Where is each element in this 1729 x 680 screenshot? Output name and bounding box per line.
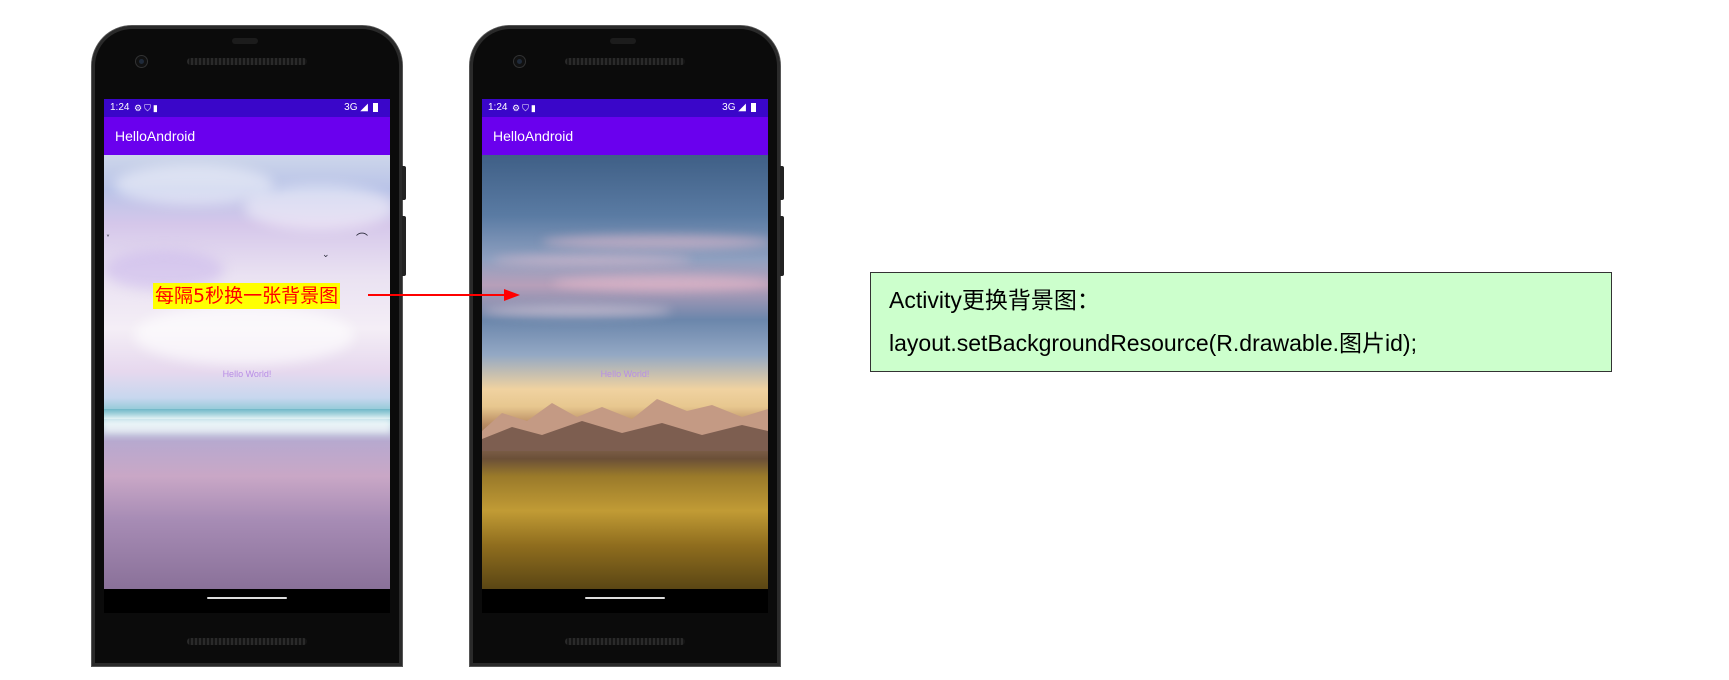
hello-world-text: Hello World! (222, 369, 272, 379)
status-icons: ⚙⛉▮ (512, 99, 538, 117)
navigation-bar (104, 589, 390, 613)
sd-card-icon: ▮ (152, 103, 160, 113)
code-note-title: Activity更换背景图： (889, 287, 1100, 313)
status-bar: 1:24 ⚙⛉▮ 3G ◢ (104, 99, 390, 117)
app-bar: HelloAndroid (482, 117, 768, 155)
front-camera (136, 56, 147, 67)
signal-icon: ◢ (360, 102, 368, 113)
status-time: 1:24 (110, 102, 130, 113)
signal-icon: ◢ (738, 102, 746, 113)
navigation-bar (482, 589, 768, 613)
phone-screen-2: 1:24 ⚙⛉▮ 3G ◢ HelloAndroid Hello World! (482, 99, 768, 613)
volume-button (780, 216, 784, 276)
app-bar: HelloAndroid (104, 117, 390, 155)
cloud-streak (492, 255, 692, 265)
annotation-arrow (368, 289, 520, 301)
code-note-box: Activity更换背景图： layout.setBackgroundResou… (870, 272, 1612, 372)
status-time: 1:24 (488, 102, 508, 113)
earpiece-speaker (565, 58, 685, 65)
phone-top-notch (610, 38, 636, 44)
phone-frame-1: 1:24 ⚙⛉▮ 3G ◢ HelloAndroid ⌒ ⌄ ˅ Hello W… (92, 26, 406, 666)
code-note-snippet: layout.setBackgroundResource(R.drawable.… (889, 330, 1417, 356)
bird-icon: ˅ (106, 234, 110, 243)
network-indicator: 3G ◢ (722, 99, 746, 117)
surf-foam (104, 419, 390, 433)
bird-icon: ⌒ (356, 232, 369, 246)
network-indicator: 3G ◢ (344, 99, 368, 117)
cloud (134, 305, 354, 365)
network-type: 3G (722, 102, 736, 113)
cloud-streak (542, 235, 768, 249)
app-title: HelloAndroid (115, 128, 196, 144)
battery-icon (751, 103, 756, 112)
sea-waves (104, 409, 390, 419)
bottom-speaker (565, 638, 685, 645)
settings-icon: ⚙ (512, 103, 523, 113)
annotation-label: 每隔5秒换一张背景图 (153, 283, 341, 309)
front-camera (514, 56, 525, 67)
background-image-mountains: Hello World! (482, 155, 768, 589)
home-gesture-pill[interactable] (585, 597, 665, 599)
hello-world-text: Hello World! (600, 369, 650, 379)
phone-screen-1: 1:24 ⚙⛉▮ 3G ◢ HelloAndroid ⌒ ⌄ ˅ Hello W… (104, 99, 390, 613)
mountain-range (482, 399, 768, 451)
status-icons: ⚙⛉▮ (134, 99, 160, 117)
cloud (244, 185, 390, 230)
volume-button (402, 216, 406, 276)
status-bar: 1:24 ⚙⛉▮ 3G ◢ (482, 99, 768, 117)
power-button (402, 166, 406, 200)
settings-icon: ⚙ (134, 103, 145, 113)
home-gesture-pill[interactable] (207, 597, 287, 599)
shield-icon: ⛉ (522, 103, 531, 113)
phone-top-notch (232, 38, 258, 44)
sd-card-icon: ▮ (530, 103, 538, 113)
background-image-beach: ⌒ ⌄ ˅ Hello World! (104, 155, 390, 589)
network-type: 3G (344, 102, 358, 113)
bird-icon: ⌄ (322, 250, 330, 260)
bottom-speaker (187, 638, 307, 645)
cloud-streak (552, 275, 768, 291)
battery-icon (373, 103, 378, 112)
earpiece-speaker (187, 58, 307, 65)
app-title: HelloAndroid (493, 128, 574, 144)
phone-frame-2: 1:24 ⚙⛉▮ 3G ◢ HelloAndroid Hello World! (470, 26, 784, 666)
shield-icon: ⛉ (144, 103, 153, 113)
power-button (780, 166, 784, 200)
